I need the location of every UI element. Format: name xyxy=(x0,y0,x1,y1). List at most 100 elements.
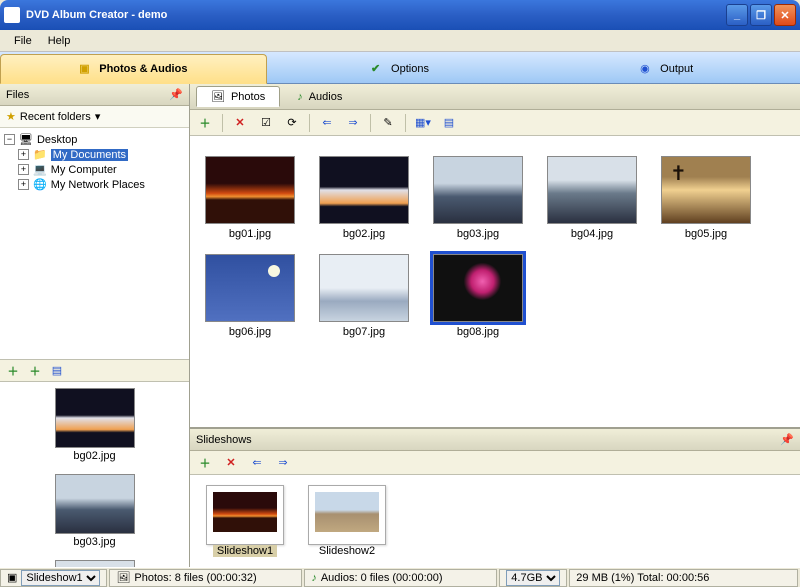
tab-output[interactable]: ◉ Output xyxy=(533,55,800,83)
folder-icon: ▣ xyxy=(79,62,93,76)
left-toolbar: ＋ ＋ ▤ xyxy=(0,360,189,382)
dropdown-icon: ▾ xyxy=(95,110,101,123)
menu-file[interactable]: File xyxy=(6,33,40,49)
slideshow-toolbar: ＋ ✕ ⇐ ⇒ xyxy=(190,451,800,475)
status-audios-text: Audios: 0 files (00:00:00) xyxy=(321,572,443,584)
thumbnail-item[interactable]: bg05.jpg xyxy=(660,156,752,240)
note-icon: ♪ xyxy=(311,572,317,584)
thumbnail-item[interactable]: bg01.jpg xyxy=(204,156,296,240)
photo-icon: 🖼 xyxy=(211,90,225,103)
expand-icon[interactable]: + xyxy=(18,179,29,190)
status-size-select[interactable]: 4.7GB xyxy=(499,569,567,587)
status-photos: 🖼 Photos: 8 files (00:00:32) xyxy=(109,569,302,587)
close-button[interactable]: ✕ xyxy=(774,4,796,26)
tree-desktop[interactable]: − 🖥 Desktop xyxy=(4,132,185,147)
thumbnail-label: bg05.jpg xyxy=(685,228,727,240)
add-slideshow-button[interactable]: ＋ xyxy=(196,454,214,472)
delete-slideshow-button[interactable]: ✕ xyxy=(222,454,240,472)
slideshow-dropdown[interactable]: Slideshow1 xyxy=(21,570,100,586)
window-title: DVD Album Creator - demo xyxy=(26,9,724,21)
tree-my-computer[interactable]: + 💻 My Computer xyxy=(18,162,185,177)
view-list-button[interactable]: ▤ xyxy=(440,114,458,132)
thumbnail-image xyxy=(433,156,523,224)
minimize-button[interactable]: _ xyxy=(726,4,748,26)
slideshows-header: Slideshows 📌 xyxy=(190,429,800,451)
recent-label: Recent folders xyxy=(20,111,91,123)
thumbnail-item[interactable]: bg06.jpg xyxy=(204,254,296,338)
expand-icon[interactable]: + xyxy=(18,149,29,160)
slideshow-item[interactable]: Slideshow1 xyxy=(206,485,284,557)
maximize-button[interactable]: ❐ xyxy=(750,4,772,26)
preview-item[interactable]: bg03.jpg xyxy=(0,468,189,554)
select-all-button[interactable]: ☑ xyxy=(257,114,275,132)
thumbnail-item[interactable]: bg04.jpg xyxy=(546,156,638,240)
slideshow-item[interactable]: Slideshow2 xyxy=(308,485,386,557)
status-slideshow-select[interactable]: ▣ Slideshow1 xyxy=(0,569,107,587)
size-dropdown[interactable]: 4.7GB xyxy=(506,570,560,586)
separator xyxy=(222,114,223,132)
subtab-photos[interactable]: 🖼 Photos xyxy=(196,86,280,107)
collapse-icon[interactable]: − xyxy=(4,134,15,145)
list-button[interactable]: ▤ xyxy=(48,362,66,380)
slideshow-label: Slideshow1 xyxy=(213,545,277,557)
pin-icon[interactable]: 📌 xyxy=(169,88,183,101)
tab-options[interactable]: ✔ Options xyxy=(267,55,534,83)
rotate-button[interactable]: ⟳ xyxy=(283,114,301,132)
tree-my-documents[interactable]: + 📁 My Documents xyxy=(18,147,185,162)
tree-label: My Documents xyxy=(51,149,128,161)
menu-help[interactable]: Help xyxy=(40,33,79,49)
left-panel: Files 📌 ★ Recent folders ▾ − 🖥 Desktop +… xyxy=(0,84,190,567)
tab-label: Options xyxy=(391,63,429,75)
next-button[interactable]: ⇒ xyxy=(274,454,292,472)
status-bar: ▣ Slideshow1 🖼 Photos: 8 files (00:00:32… xyxy=(0,567,800,587)
preview-item[interactable]: bg04.jpg xyxy=(0,554,189,567)
status-photos-text: Photos: 8 files (00:00:32) xyxy=(134,572,256,584)
slideshow-thumb xyxy=(206,485,284,545)
right-panel: 🖼 Photos ♪ Audios ＋ ✕ ☑ ⟳ ⇐ ⇒ ✎ ▦▾ ▤ bg0… xyxy=(190,84,800,567)
delete-button[interactable]: ✕ xyxy=(231,114,249,132)
subtab-label: Photos xyxy=(231,91,265,103)
status-usage: 29 MB (1%) Total: 00:00:56 xyxy=(569,569,798,587)
add-all-button[interactable]: ＋ xyxy=(26,362,44,380)
thumbnail-label: bg02.jpg xyxy=(343,228,385,240)
main-tabs: ▣ Photos & Audios ✔ Options ◉ Output xyxy=(0,52,800,84)
thumbnail-label: bg03.jpg xyxy=(457,228,499,240)
preview-thumb xyxy=(55,474,135,534)
view-thumb-button[interactable]: ▦▾ xyxy=(414,114,432,132)
subtab-audios[interactable]: ♪ Audios xyxy=(282,87,357,107)
pin-icon[interactable]: 📌 xyxy=(780,433,794,446)
thumbnail-label: bg08.jpg xyxy=(457,326,499,338)
move-right-button[interactable]: ⇒ xyxy=(344,114,362,132)
expand-icon[interactable]: + xyxy=(18,164,29,175)
files-header: Files 📌 xyxy=(0,84,189,106)
preview-thumb xyxy=(55,560,135,567)
slideshow-thumb xyxy=(308,485,386,545)
tree-my-network[interactable]: + 🌐 My Network Places xyxy=(18,177,185,192)
tab-label: Photos & Audios xyxy=(99,63,187,75)
thumbnail-item[interactable]: bg08.jpg xyxy=(432,254,524,338)
photo-icon: 🖼 xyxy=(116,571,130,584)
thumbnail-image xyxy=(205,254,295,322)
tab-photos-audios[interactable]: ▣ Photos & Audios xyxy=(0,54,267,84)
add-button[interactable]: ＋ xyxy=(4,362,22,380)
prev-button[interactable]: ⇐ xyxy=(248,454,266,472)
tab-label: Output xyxy=(660,63,693,75)
recent-folders-bar[interactable]: ★ Recent folders ▾ xyxy=(0,106,189,128)
separator xyxy=(370,114,371,132)
thumbnail-item[interactable]: bg03.jpg xyxy=(432,156,524,240)
slideshow-label: Slideshow2 xyxy=(319,545,375,557)
add-photo-button[interactable]: ＋ xyxy=(196,114,214,132)
subtab-label: Audios xyxy=(309,91,343,103)
disc-icon: ◉ xyxy=(640,62,654,76)
folder-icon: 📁 xyxy=(33,148,47,161)
tree-label: My Computer xyxy=(51,164,117,176)
check-icon: ✔ xyxy=(371,62,385,76)
edit-button[interactable]: ✎ xyxy=(379,114,397,132)
thumbnail-item[interactable]: bg02.jpg xyxy=(318,156,410,240)
preview-item[interactable]: bg02.jpg xyxy=(0,382,189,468)
thumbnail-image xyxy=(205,156,295,224)
move-left-button[interactable]: ⇐ xyxy=(318,114,336,132)
thumbnail-image xyxy=(661,156,751,224)
thumbnail-item[interactable]: bg07.jpg xyxy=(318,254,410,338)
left-preview-list[interactable]: bg02.jpg bg03.jpg bg04.jpg xyxy=(0,382,189,567)
